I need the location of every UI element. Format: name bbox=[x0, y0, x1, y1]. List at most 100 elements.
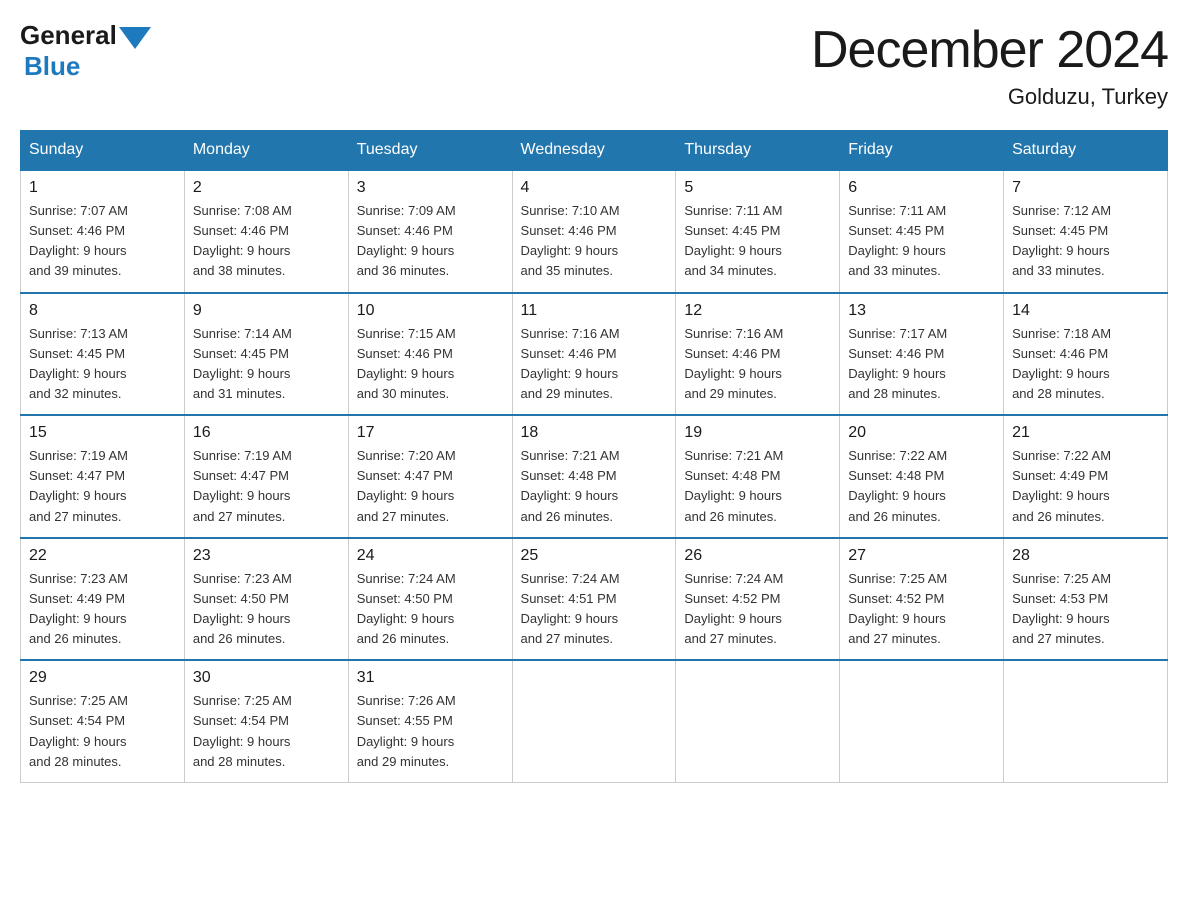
calendar-cell: 23 Sunrise: 7:23 AM Sunset: 4:50 PM Dayl… bbox=[184, 538, 348, 661]
calendar-header-row: SundayMondayTuesdayWednesdayThursdayFrid… bbox=[21, 131, 1168, 171]
calendar-cell bbox=[840, 660, 1004, 782]
day-number: 17 bbox=[357, 424, 504, 442]
day-info: Sunrise: 7:14 AM Sunset: 4:45 PM Dayligh… bbox=[193, 324, 340, 405]
day-number: 20 bbox=[848, 424, 995, 442]
header-thursday: Thursday bbox=[676, 131, 840, 171]
calendar-cell: 22 Sunrise: 7:23 AM Sunset: 4:49 PM Dayl… bbox=[21, 538, 185, 661]
calendar-cell: 6 Sunrise: 7:11 AM Sunset: 4:45 PM Dayli… bbox=[840, 170, 1004, 293]
calendar-cell: 14 Sunrise: 7:18 AM Sunset: 4:46 PM Dayl… bbox=[1004, 293, 1168, 416]
calendar-cell: 13 Sunrise: 7:17 AM Sunset: 4:46 PM Dayl… bbox=[840, 293, 1004, 416]
day-info: Sunrise: 7:25 AM Sunset: 4:54 PM Dayligh… bbox=[29, 691, 176, 772]
calendar-cell: 17 Sunrise: 7:20 AM Sunset: 4:47 PM Dayl… bbox=[348, 415, 512, 538]
calendar-week-row: 22 Sunrise: 7:23 AM Sunset: 4:49 PM Dayl… bbox=[21, 538, 1168, 661]
day-info: Sunrise: 7:21 AM Sunset: 4:48 PM Dayligh… bbox=[521, 446, 668, 527]
day-info: Sunrise: 7:19 AM Sunset: 4:47 PM Dayligh… bbox=[29, 446, 176, 527]
day-number: 15 bbox=[29, 424, 176, 442]
calendar-cell: 30 Sunrise: 7:25 AM Sunset: 4:54 PM Dayl… bbox=[184, 660, 348, 782]
page-header: General Blue December 2024 Golduzu, Turk… bbox=[20, 20, 1168, 110]
calendar-cell: 20 Sunrise: 7:22 AM Sunset: 4:48 PM Dayl… bbox=[840, 415, 1004, 538]
day-number: 8 bbox=[29, 302, 176, 320]
day-info: Sunrise: 7:23 AM Sunset: 4:50 PM Dayligh… bbox=[193, 569, 340, 650]
calendar-cell: 5 Sunrise: 7:11 AM Sunset: 4:45 PM Dayli… bbox=[676, 170, 840, 293]
day-number: 24 bbox=[357, 547, 504, 565]
calendar-cell: 16 Sunrise: 7:19 AM Sunset: 4:47 PM Dayl… bbox=[184, 415, 348, 538]
calendar-cell: 29 Sunrise: 7:25 AM Sunset: 4:54 PM Dayl… bbox=[21, 660, 185, 782]
calendar-cell: 12 Sunrise: 7:16 AM Sunset: 4:46 PM Dayl… bbox=[676, 293, 840, 416]
logo: General Blue bbox=[20, 20, 153, 82]
day-number: 29 bbox=[29, 669, 176, 687]
calendar-cell: 18 Sunrise: 7:21 AM Sunset: 4:48 PM Dayl… bbox=[512, 415, 676, 538]
day-number: 9 bbox=[193, 302, 340, 320]
calendar-cell: 21 Sunrise: 7:22 AM Sunset: 4:49 PM Dayl… bbox=[1004, 415, 1168, 538]
logo-triangle-icon bbox=[119, 27, 151, 49]
day-info: Sunrise: 7:16 AM Sunset: 4:46 PM Dayligh… bbox=[521, 324, 668, 405]
day-info: Sunrise: 7:07 AM Sunset: 4:46 PM Dayligh… bbox=[29, 201, 176, 282]
calendar-cell: 1 Sunrise: 7:07 AM Sunset: 4:46 PM Dayli… bbox=[21, 170, 185, 293]
day-info: Sunrise: 7:15 AM Sunset: 4:46 PM Dayligh… bbox=[357, 324, 504, 405]
calendar-cell: 9 Sunrise: 7:14 AM Sunset: 4:45 PM Dayli… bbox=[184, 293, 348, 416]
day-number: 3 bbox=[357, 179, 504, 197]
day-info: Sunrise: 7:11 AM Sunset: 4:45 PM Dayligh… bbox=[848, 201, 995, 282]
header-monday: Monday bbox=[184, 131, 348, 171]
day-number: 25 bbox=[521, 547, 668, 565]
logo-text: General bbox=[20, 20, 153, 51]
day-info: Sunrise: 7:25 AM Sunset: 4:53 PM Dayligh… bbox=[1012, 569, 1159, 650]
day-number: 19 bbox=[684, 424, 831, 442]
calendar-week-row: 1 Sunrise: 7:07 AM Sunset: 4:46 PM Dayli… bbox=[21, 170, 1168, 293]
day-number: 16 bbox=[193, 424, 340, 442]
day-number: 1 bbox=[29, 179, 176, 197]
calendar-cell bbox=[676, 660, 840, 782]
day-number: 13 bbox=[848, 302, 995, 320]
logo-blue: Blue bbox=[24, 51, 80, 81]
day-number: 28 bbox=[1012, 547, 1159, 565]
calendar-cell bbox=[512, 660, 676, 782]
day-info: Sunrise: 7:21 AM Sunset: 4:48 PM Dayligh… bbox=[684, 446, 831, 527]
day-info: Sunrise: 7:23 AM Sunset: 4:49 PM Dayligh… bbox=[29, 569, 176, 650]
day-number: 11 bbox=[521, 302, 668, 320]
day-number: 27 bbox=[848, 547, 995, 565]
day-info: Sunrise: 7:24 AM Sunset: 4:50 PM Dayligh… bbox=[357, 569, 504, 650]
day-info: Sunrise: 7:13 AM Sunset: 4:45 PM Dayligh… bbox=[29, 324, 176, 405]
logo-general: General bbox=[20, 20, 117, 51]
day-number: 26 bbox=[684, 547, 831, 565]
day-info: Sunrise: 7:26 AM Sunset: 4:55 PM Dayligh… bbox=[357, 691, 504, 772]
calendar-cell: 11 Sunrise: 7:16 AM Sunset: 4:46 PM Dayl… bbox=[512, 293, 676, 416]
day-info: Sunrise: 7:25 AM Sunset: 4:52 PM Dayligh… bbox=[848, 569, 995, 650]
day-info: Sunrise: 7:22 AM Sunset: 4:49 PM Dayligh… bbox=[1012, 446, 1159, 527]
day-info: Sunrise: 7:09 AM Sunset: 4:46 PM Dayligh… bbox=[357, 201, 504, 282]
day-info: Sunrise: 7:11 AM Sunset: 4:45 PM Dayligh… bbox=[684, 201, 831, 282]
calendar-cell: 2 Sunrise: 7:08 AM Sunset: 4:46 PM Dayli… bbox=[184, 170, 348, 293]
day-info: Sunrise: 7:19 AM Sunset: 4:47 PM Dayligh… bbox=[193, 446, 340, 527]
day-number: 12 bbox=[684, 302, 831, 320]
calendar-cell: 10 Sunrise: 7:15 AM Sunset: 4:46 PM Dayl… bbox=[348, 293, 512, 416]
day-info: Sunrise: 7:24 AM Sunset: 4:52 PM Dayligh… bbox=[684, 569, 831, 650]
calendar-cell: 28 Sunrise: 7:25 AM Sunset: 4:53 PM Dayl… bbox=[1004, 538, 1168, 661]
day-number: 7 bbox=[1012, 179, 1159, 197]
day-number: 4 bbox=[521, 179, 668, 197]
day-info: Sunrise: 7:20 AM Sunset: 4:47 PM Dayligh… bbox=[357, 446, 504, 527]
calendar-cell: 15 Sunrise: 7:19 AM Sunset: 4:47 PM Dayl… bbox=[21, 415, 185, 538]
header-wednesday: Wednesday bbox=[512, 131, 676, 171]
calendar-cell: 3 Sunrise: 7:09 AM Sunset: 4:46 PM Dayli… bbox=[348, 170, 512, 293]
calendar-cell: 27 Sunrise: 7:25 AM Sunset: 4:52 PM Dayl… bbox=[840, 538, 1004, 661]
calendar-cell: 4 Sunrise: 7:10 AM Sunset: 4:46 PM Dayli… bbox=[512, 170, 676, 293]
location: Golduzu, Turkey bbox=[811, 84, 1168, 110]
calendar-cell: 19 Sunrise: 7:21 AM Sunset: 4:48 PM Dayl… bbox=[676, 415, 840, 538]
day-number: 30 bbox=[193, 669, 340, 687]
day-info: Sunrise: 7:25 AM Sunset: 4:54 PM Dayligh… bbox=[193, 691, 340, 772]
calendar-cell: 26 Sunrise: 7:24 AM Sunset: 4:52 PM Dayl… bbox=[676, 538, 840, 661]
day-number: 18 bbox=[521, 424, 668, 442]
header-sunday: Sunday bbox=[21, 131, 185, 171]
day-number: 22 bbox=[29, 547, 176, 565]
calendar-week-row: 29 Sunrise: 7:25 AM Sunset: 4:54 PM Dayl… bbox=[21, 660, 1168, 782]
header-saturday: Saturday bbox=[1004, 131, 1168, 171]
day-number: 5 bbox=[684, 179, 831, 197]
day-info: Sunrise: 7:16 AM Sunset: 4:46 PM Dayligh… bbox=[684, 324, 831, 405]
day-info: Sunrise: 7:12 AM Sunset: 4:45 PM Dayligh… bbox=[1012, 201, 1159, 282]
calendar-cell bbox=[1004, 660, 1168, 782]
calendar-table: SundayMondayTuesdayWednesdayThursdayFrid… bbox=[20, 130, 1168, 783]
day-info: Sunrise: 7:18 AM Sunset: 4:46 PM Dayligh… bbox=[1012, 324, 1159, 405]
calendar-cell: 31 Sunrise: 7:26 AM Sunset: 4:55 PM Dayl… bbox=[348, 660, 512, 782]
header-friday: Friday bbox=[840, 131, 1004, 171]
day-number: 6 bbox=[848, 179, 995, 197]
